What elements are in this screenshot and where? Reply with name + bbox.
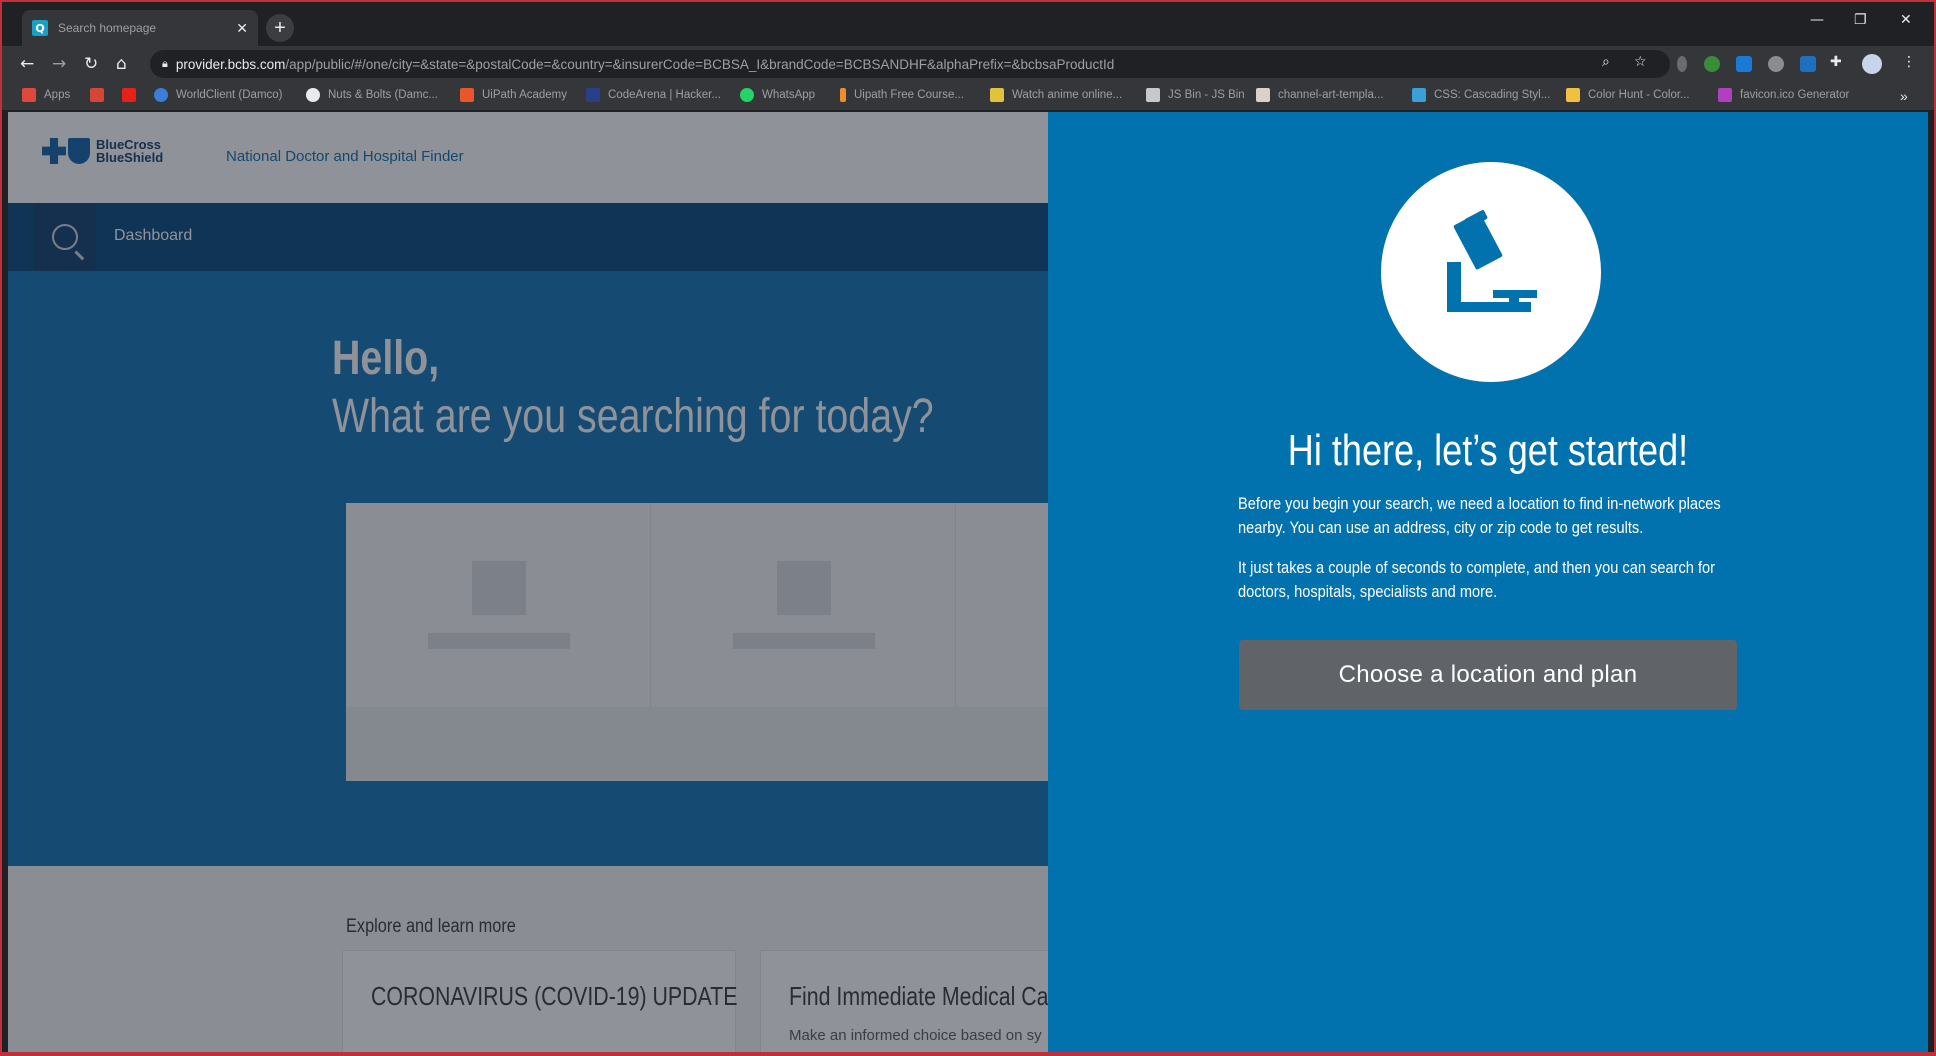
extension-cloud-icon[interactable] bbox=[1768, 56, 1784, 72]
menu-dots-icon[interactable]: ⋮ bbox=[1902, 54, 1916, 70]
whatsapp-icon bbox=[740, 88, 754, 102]
uipath-course-icon bbox=[840, 88, 846, 102]
microscope-icon bbox=[1447, 210, 1537, 312]
bookmark-gmail[interactable] bbox=[90, 88, 112, 102]
bookmark-uipath-course[interactable]: Uipath Free Course... bbox=[840, 88, 964, 102]
bookmark-color-hunt[interactable]: Color Hunt - Color... bbox=[1566, 88, 1690, 102]
browser-toolbar: ← → ↻ ⌂ 🔒︎ provider.bcbs.com/app/public/… bbox=[2, 46, 1934, 82]
bookmark-jsbin[interactable]: JS Bin - JS Bin bbox=[1146, 88, 1245, 102]
bookmark-whatsapp[interactable]: WhatsApp bbox=[740, 88, 815, 102]
bookmark-css[interactable]: CSS: Cascading Styl... bbox=[1412, 88, 1550, 102]
bookmark-label: Nuts & Bolts (Damc... bbox=[328, 89, 438, 101]
choose-location-button[interactable]: Choose a location and plan bbox=[1239, 640, 1737, 710]
extension-s-icon[interactable] bbox=[1736, 56, 1752, 72]
apps-grid-icon bbox=[22, 88, 36, 102]
bookmark-label: Watch anime online... bbox=[1012, 89, 1123, 101]
bookmark-anime[interactable]: Watch anime online... bbox=[990, 88, 1122, 102]
codearena-icon bbox=[586, 88, 600, 102]
css-icon bbox=[1412, 88, 1426, 102]
zoom-icon[interactable]: ⌕ bbox=[1602, 54, 1610, 70]
modal-backdrop[interactable] bbox=[8, 112, 1048, 1052]
bookmark-label: UiPath Academy bbox=[482, 89, 568, 101]
back-icon[interactable]: ← bbox=[20, 54, 34, 74]
youtube-icon bbox=[122, 88, 136, 102]
tab-close-icon[interactable]: ✕ bbox=[236, 20, 248, 37]
microscope-icon-circle bbox=[1381, 162, 1601, 382]
restore-icon[interactable]: ❐ bbox=[1854, 12, 1867, 28]
bookmark-favicon-generator[interactable]: favicon.ico Generator bbox=[1718, 88, 1849, 102]
lock-icon: 🔒︎ bbox=[162, 57, 168, 70]
home-icon[interactable]: ⌂ bbox=[116, 54, 127, 74]
uipath-icon bbox=[460, 88, 474, 102]
tab-strip: Q Search homepage ✕ + — ❐ ✕ bbox=[2, 2, 1934, 46]
bookmarks-overflow-icon[interactable]: » bbox=[1900, 88, 1908, 104]
bookmark-label: Color Hunt - Color... bbox=[1588, 89, 1690, 101]
bookmark-worldclient[interactable]: WorldClient (Damco) bbox=[154, 88, 283, 102]
bookmark-label: CSS: Cascading Styl... bbox=[1434, 89, 1551, 101]
extension-tree-icon[interactable] bbox=[1704, 56, 1720, 72]
new-tab-button[interactable]: + bbox=[266, 14, 294, 42]
bookmark-apps[interactable]: Apps bbox=[22, 88, 70, 102]
bookmark-label: channel-art-templa... bbox=[1278, 89, 1384, 101]
url-text: provider.bcbs.com/app/public/#/one/city=… bbox=[176, 57, 1114, 72]
reload-icon[interactable]: ↻ bbox=[84, 54, 98, 74]
bottom-border bbox=[0, 1052, 1936, 1056]
anime-icon bbox=[990, 88, 1004, 102]
tab-favicon: Q bbox=[32, 20, 48, 36]
gmail-icon bbox=[90, 88, 104, 102]
bookmarks-bar: Apps WorldClient (Damco) Nuts & Bolts (D… bbox=[2, 82, 1934, 110]
web-page: BlueCrossBlueShield National Doctor and … bbox=[8, 112, 1928, 1052]
bookmark-star-icon[interactable]: ☆ bbox=[1634, 54, 1647, 70]
minimize-icon[interactable]: — bbox=[1810, 12, 1824, 28]
bookmark-label: WorldClient (Damco) bbox=[176, 89, 283, 101]
color-hunt-icon bbox=[1566, 88, 1580, 102]
close-window-icon[interactable]: ✕ bbox=[1900, 12, 1912, 28]
panel-paragraph-2: It just takes a couple of seconds to com… bbox=[1238, 558, 1716, 601]
tab-search-homepage[interactable]: Q Search homepage ✕ bbox=[22, 10, 258, 46]
tab-title: Search homepage bbox=[58, 21, 157, 35]
channel-art-icon bbox=[1256, 88, 1270, 102]
url-path: /app/public/#/one/city=&state=&postalCod… bbox=[285, 56, 1115, 72]
bookmark-label: Apps bbox=[44, 89, 71, 101]
panel-title: Hi there, let’s get started! bbox=[1287, 426, 1689, 475]
bookmark-uipath-academy[interactable]: UiPath Academy bbox=[460, 88, 567, 102]
url-host: provider.bcbs.com bbox=[175, 56, 286, 72]
jsbin-icon bbox=[1146, 88, 1160, 102]
bookmark-label: favicon.ico Generator bbox=[1740, 89, 1850, 101]
favicon-generator-icon bbox=[1718, 88, 1732, 102]
bookmark-label: Uipath Free Course... bbox=[854, 89, 964, 101]
bookmark-label: JS Bin - JS Bin bbox=[1168, 89, 1245, 101]
worldclient-icon bbox=[154, 88, 168, 102]
bookmark-nuts-bolts[interactable]: Nuts & Bolts (Damc... bbox=[306, 88, 438, 102]
address-bar[interactable]: 🔒︎ provider.bcbs.com/app/public/#/one/ci… bbox=[150, 50, 1670, 78]
extension-uipath-icon[interactable] bbox=[1800, 56, 1816, 72]
panel-paragraph-1: Before you begin your search, we need a … bbox=[1238, 494, 1721, 537]
nuts-bolts-icon bbox=[306, 88, 320, 102]
extension-icon[interactable] bbox=[1677, 56, 1687, 72]
profile-avatar[interactable] bbox=[1862, 54, 1882, 74]
bookmark-channel-art[interactable]: channel-art-templa... bbox=[1256, 88, 1383, 102]
bookmark-label: WhatsApp bbox=[762, 89, 816, 101]
forward-icon[interactable]: → bbox=[52, 54, 66, 74]
bookmark-youtube[interactable] bbox=[122, 88, 144, 102]
get-started-panel: Hi there, let’s get started! Before you … bbox=[1048, 112, 1928, 1052]
bookmark-label: CodeArena | Hacker... bbox=[608, 89, 721, 101]
bookmark-codearena[interactable]: CodeArena | Hacker... bbox=[586, 88, 721, 102]
extensions-puzzle-icon[interactable]: ✚ bbox=[1830, 54, 1842, 70]
